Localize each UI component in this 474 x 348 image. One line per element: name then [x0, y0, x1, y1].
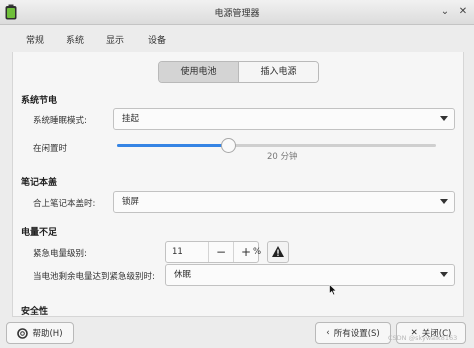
watermark: CSDN @skywalk8163 — [388, 334, 458, 342]
section-low-power: 电量不足 — [21, 228, 58, 238]
lid-action-value: 锁屏 — [122, 197, 140, 207]
critical-action-label: 当电池剩余电量达到紧急级别时: — [33, 272, 155, 282]
tab-system[interactable]: 系统 — [58, 30, 92, 54]
tab-devices[interactable]: 设备 — [140, 30, 174, 52]
all-settings-button[interactable]: ‹ 所有设置(S) — [315, 322, 391, 344]
sleep-mode-label: 系统睡眠模式: — [33, 116, 87, 126]
help-button-label: 帮助(H) — [32, 329, 63, 339]
chevron-down-icon — [440, 116, 448, 121]
idle-label: 在闲置时 — [33, 144, 68, 154]
idle-slider[interactable] — [117, 138, 436, 153]
window-title: 电源管理器 — [214, 9, 260, 19]
sleep-mode-value: 挂起 — [122, 114, 140, 124]
lid-action-select[interactable]: 锁屏 — [113, 191, 455, 213]
sleep-mode-select[interactable]: 挂起 — [113, 108, 455, 130]
tab-general[interactable]: 常规 — [18, 30, 52, 52]
section-security: 安全性 — [21, 307, 49, 317]
mouse-pointer-icon — [329, 284, 337, 296]
warning-icon — [272, 246, 284, 257]
title-bar: 电源管理器 ⌄ ✕ — [0, 0, 474, 25]
idle-slider-handle[interactable] — [221, 138, 237, 153]
help-button[interactable]: 帮助(H) — [6, 322, 74, 344]
help-lifebuoy-icon — [17, 327, 29, 339]
all-settings-label: 所有设置(S) — [333, 329, 380, 339]
percent-unit: % — [253, 247, 262, 257]
idle-slider-fill — [117, 144, 228, 147]
critical-action-select[interactable]: 休眠 — [165, 264, 455, 286]
critical-level-input[interactable]: 11 — [166, 242, 209, 262]
tab-bar: 常规 系统 显示 设备 — [12, 30, 462, 54]
critical-action-value: 休眠 — [174, 270, 192, 280]
on-battery-button[interactable]: 使用电池 — [159, 62, 239, 82]
idle-value-text: 20 分钟 — [267, 152, 298, 162]
chevron-down-icon — [440, 199, 448, 204]
chevron-left-icon: ‹ — [326, 328, 330, 338]
critical-level-stepper: 11 − + — [165, 241, 259, 263]
close-window-button[interactable]: ✕ — [456, 5, 470, 19]
critical-level-label: 紧急电量级别: — [33, 249, 87, 259]
decrease-button[interactable]: − — [209, 242, 233, 262]
power-source-switch: 使用电池 插入电源 — [158, 61, 319, 83]
plugged-in-button[interactable]: 插入电源 — [239, 62, 318, 82]
section-laptop-lid: 笔记本盖 — [21, 178, 58, 188]
section-system-power: 系统节电 — [21, 96, 58, 106]
minimize-button[interactable]: ⌄ — [438, 5, 452, 19]
settings-panel: 使用电池 插入电源 系统节电 系统睡眠模式: 挂起 在闲置时 20 分钟 笔记本… — [12, 52, 464, 317]
chevron-down-icon — [440, 272, 448, 277]
tab-display[interactable]: 显示 — [98, 30, 132, 52]
lid-close-label: 合上笔记本盖时: — [33, 199, 96, 209]
warning-button[interactable] — [267, 241, 289, 263]
